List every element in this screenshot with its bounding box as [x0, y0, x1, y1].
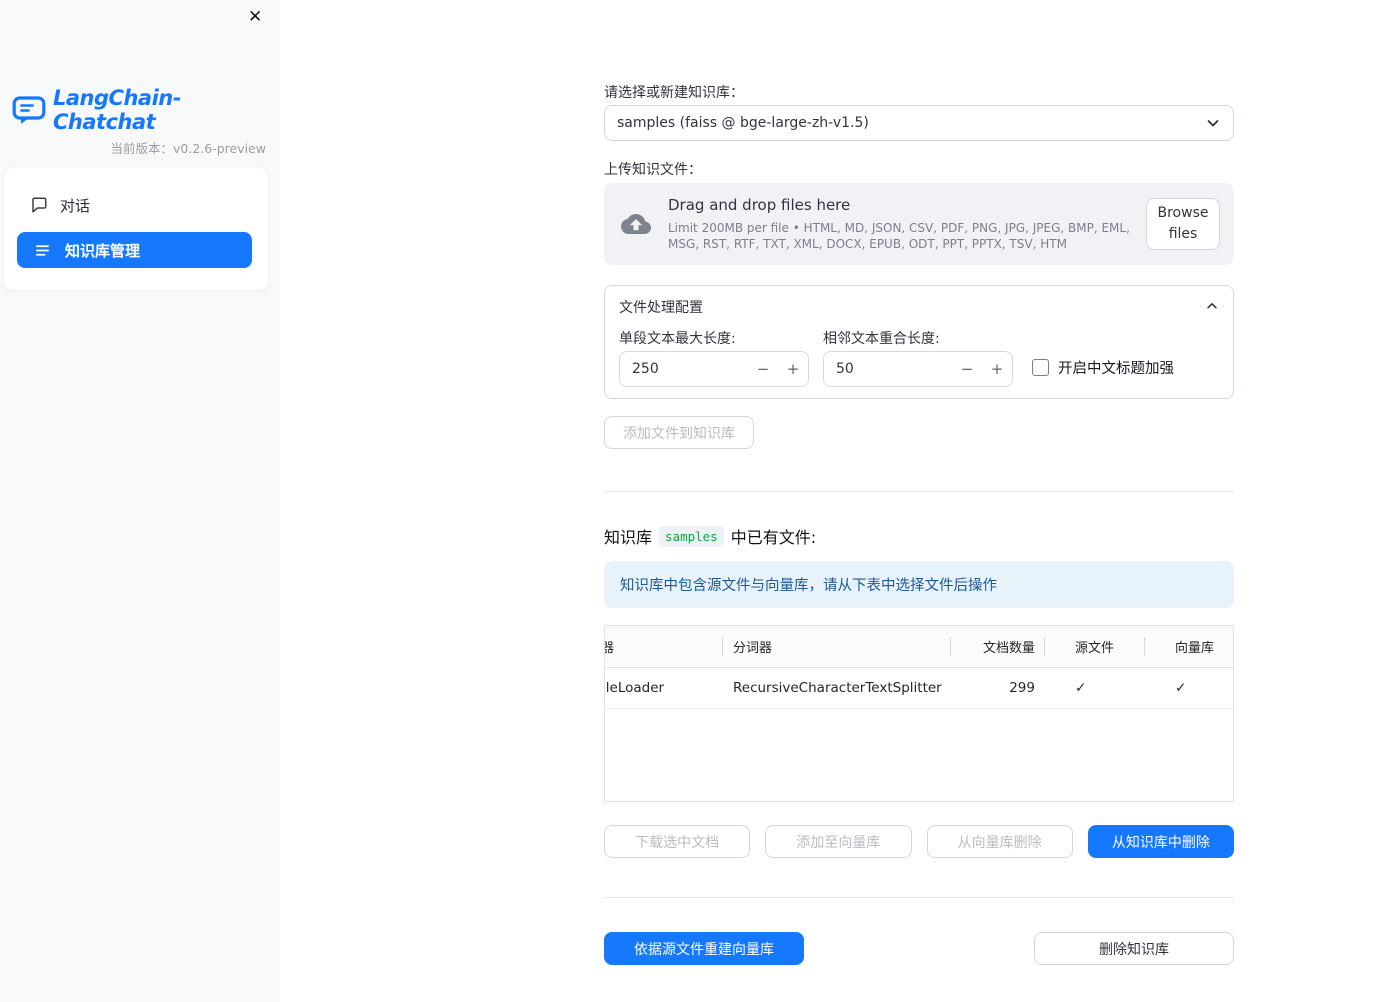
file-dropzone[interactable]: Drag and drop files here Limit 200MB per…	[604, 183, 1234, 265]
kb-files-heading: 知识库 samples 中已有文件:	[604, 524, 816, 548]
column-header-splitter[interactable]: 分词器	[723, 626, 951, 667]
cell-loader: UnstructuredFileLoader	[605, 680, 665, 696]
divider	[604, 897, 1234, 898]
kb-files-heading-prefix: 知识库	[604, 528, 653, 547]
info-banner: 知识库中包含源文件与向量库，请从下表中选择文件后操作	[604, 561, 1234, 608]
version-text: 当前版本：v0.2.6-preview	[110, 141, 266, 156]
sidebar-item-label: 知识库管理	[65, 241, 141, 260]
sidebar-item-label: 对话	[60, 196, 91, 215]
file-config-expander: 文件处理配置 单段文本最大长度: 相邻文本重合长度: 250 − + 50 − …	[604, 285, 1234, 399]
checkbox-label: 开启中文标题加强	[1058, 361, 1174, 377]
column-header-loader[interactable]: 文档加载器	[605, 626, 723, 667]
sidebar-item-knowledge-base[interactable]: 知识库管理	[17, 232, 252, 268]
chevron-up-icon[interactable]	[1205, 299, 1219, 313]
chevron-down-icon	[1205, 115, 1221, 131]
kb-files-heading-suffix: 中已有文件:	[730, 528, 817, 547]
kb-files-table: 文档加载器 分词器 文档数量 源文件 向量库 UnstructuredFileL…	[604, 625, 1234, 802]
divider	[604, 491, 1234, 492]
expander-title: 文件处理配置	[619, 300, 703, 316]
cell-vector-store-check: ✓	[1145, 668, 1233, 708]
delete-kb-button[interactable]: 删除知识库	[1034, 932, 1234, 965]
sidebar-menu: 对话 知识库管理	[4, 168, 268, 290]
upload-label: 上传知识文件：	[604, 162, 702, 178]
column-header-source-file[interactable]: 源文件	[1045, 626, 1145, 667]
file-action-buttons: 下载选中文档 添加至向量库 从向量库删除 从知识库中删除	[604, 825, 1234, 858]
max-length-value[interactable]: 250	[620, 361, 748, 377]
list-icon	[34, 242, 51, 259]
minus-button[interactable]: −	[748, 360, 778, 378]
add-files-to-kb-button[interactable]: 添加文件到知识库	[604, 416, 754, 449]
table-row[interactable]: UnstructuredFileLoader RecursiveCharacte…	[605, 668, 1233, 709]
minus-button[interactable]: −	[952, 360, 982, 378]
cell-doc-count: 299	[1009, 680, 1035, 696]
overlap-length-input[interactable]: 50 − +	[823, 351, 1013, 387]
cloud-upload-icon	[618, 209, 654, 239]
kb-name-code: samples	[659, 525, 724, 547]
browse-files-button[interactable]: Browse files	[1146, 198, 1220, 250]
app-window: ✕ LangChain-Chatchat 当前版本：v0.2.6-preview	[0, 0, 1380, 1002]
rebuild-vector-store-button[interactable]: 依据源文件重建向量库	[604, 932, 804, 965]
app-logo-text: LangChain-Chatchat	[53, 86, 181, 134]
zh-title-enhance-checkbox[interactable]: 开启中文标题加强	[1032, 357, 1174, 378]
dropzone-text: Drag and drop files here Limit 200MB per…	[668, 196, 1146, 252]
overlap-length-value[interactable]: 50	[824, 361, 952, 377]
plus-button[interactable]: +	[982, 360, 1012, 378]
main-content: 请选择或新建知识库： samples (faiss @ bge-large-zh…	[604, 0, 1234, 1002]
info-banner-text: 知识库中包含源文件与向量库，请从下表中选择文件后操作	[620, 578, 997, 594]
chat-icon	[30, 196, 48, 214]
close-icon[interactable]: ✕	[248, 7, 262, 27]
cell-source-file-check: ✓	[1045, 668, 1145, 708]
delete-from-kb-button[interactable]: 从知识库中删除	[1087, 825, 1234, 858]
max-length-label: 单段文本最大长度:	[619, 331, 736, 347]
checkbox-box[interactable]	[1032, 359, 1049, 376]
column-header-doc-count[interactable]: 文档数量	[951, 626, 1045, 667]
sidebar: ✕ LangChain-Chatchat 当前版本：v0.2.6-preview	[0, 0, 280, 1002]
plus-button[interactable]: +	[778, 360, 808, 378]
overlap-length-label: 相邻文本重合长度:	[823, 331, 940, 347]
table-header-row: 文档加载器 分词器 文档数量 源文件 向量库	[605, 626, 1233, 668]
delete-from-vector-store-button[interactable]: 从向量库删除	[926, 825, 1073, 858]
chat-bubble-logo-icon	[12, 95, 46, 125]
kb-select[interactable]: samples (faiss @ bge-large-zh-v1.5)	[604, 105, 1234, 141]
app-logo: LangChain-Chatchat	[12, 86, 280, 134]
column-header-vector-store[interactable]: 向量库	[1145, 626, 1233, 667]
sidebar-item-chat[interactable]: 对话	[4, 186, 268, 224]
kb-select-value: samples (faiss @ bge-large-zh-v1.5)	[617, 115, 869, 131]
kb-select-label: 请选择或新建知识库：	[604, 85, 744, 101]
check-icon: ✓	[1075, 680, 1087, 696]
add-to-vector-store-button[interactable]: 添加至向量库	[765, 825, 912, 858]
dropzone-limit-text: Limit 200MB per file • HTML, MD, JSON, C…	[668, 221, 1130, 251]
cell-splitter: RecursiveCharacterTextSplitter	[733, 680, 942, 696]
check-icon: ✓	[1175, 680, 1187, 696]
download-selected-button[interactable]: 下载选中文档	[604, 825, 751, 858]
dropzone-title: Drag and drop files here	[668, 196, 851, 214]
max-length-input[interactable]: 250 − +	[619, 351, 809, 387]
